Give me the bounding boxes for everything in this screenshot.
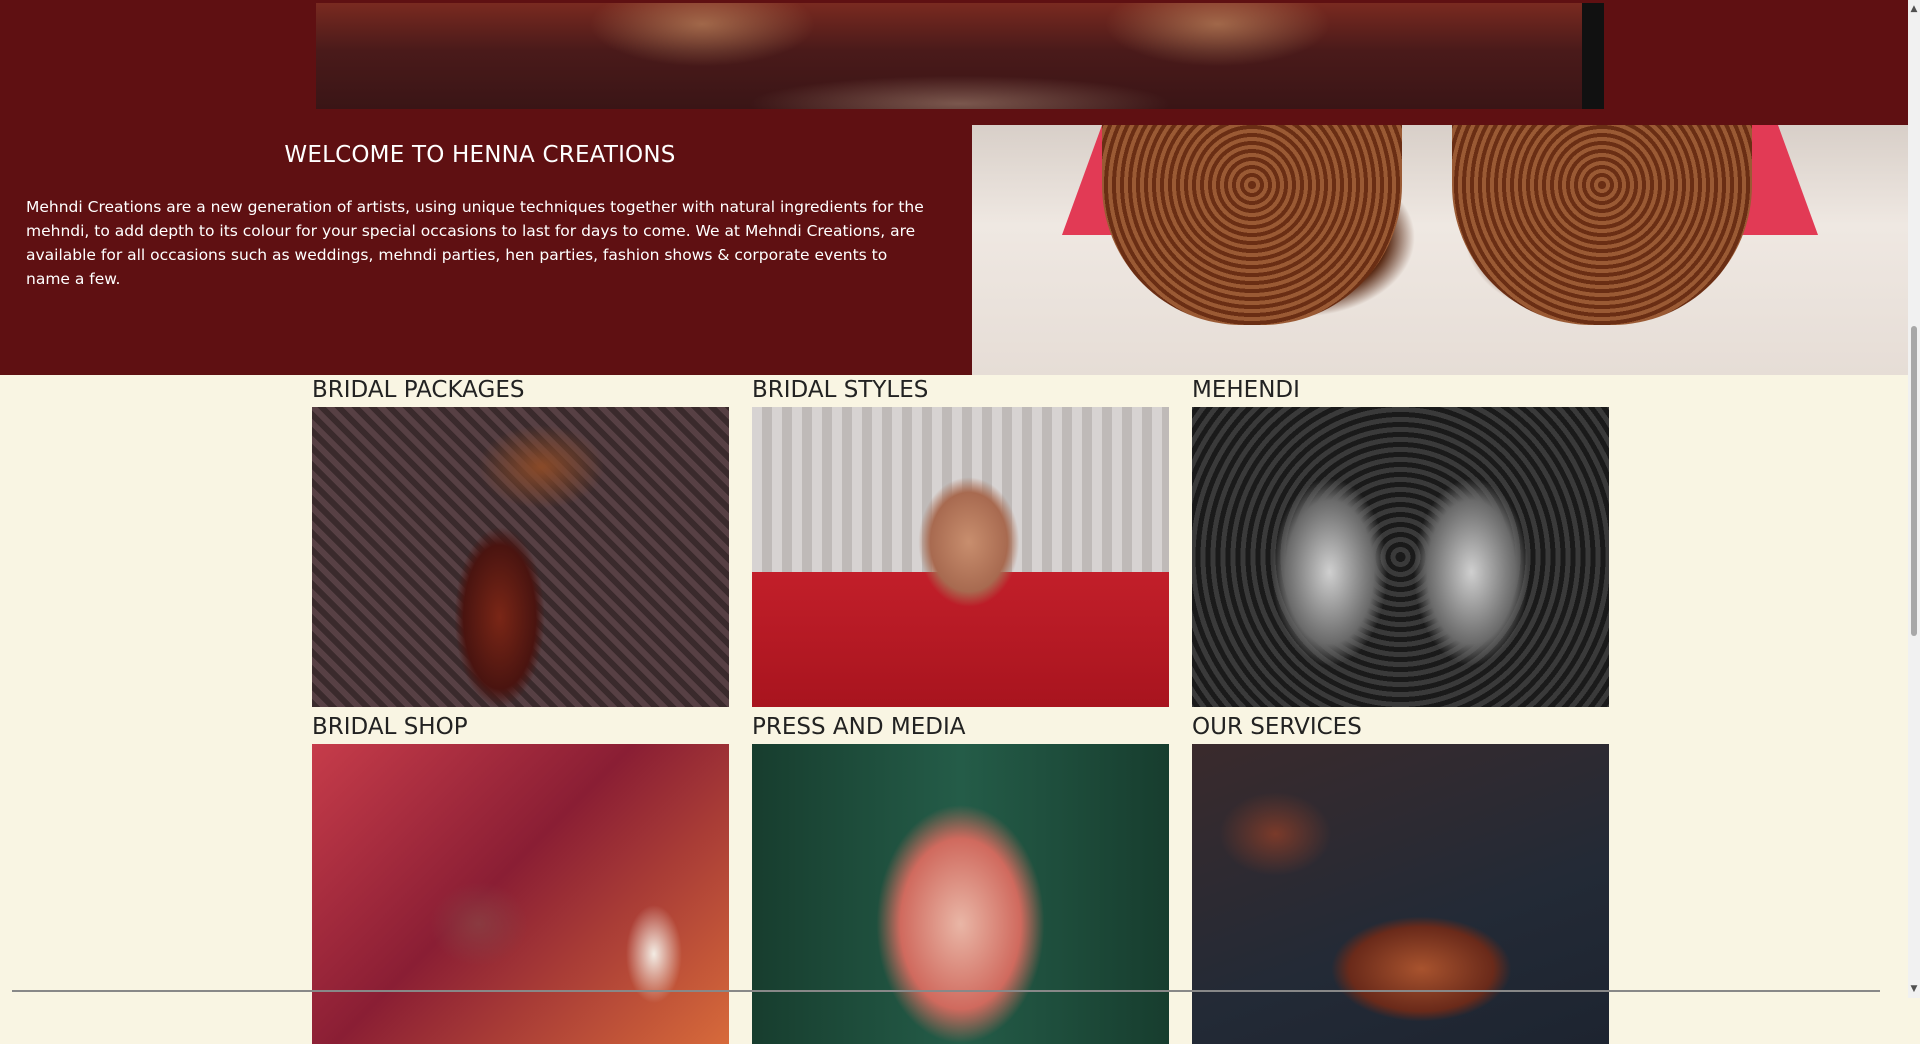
mehendi-photo[interactable] <box>1192 407 1609 707</box>
vertical-scrollbar[interactable]: ▲ ▼ <box>1908 0 1920 998</box>
gallery-item-bridal-packages[interactable]: BRIDAL PACKAGES <box>312 375 729 707</box>
gallery-caption[interactable]: BRIDAL PACKAGES <box>312 375 729 407</box>
press-and-media-photo[interactable] <box>752 744 1169 1044</box>
bridal-styles-photo[interactable] <box>752 407 1169 707</box>
gallery-item-press-and-media[interactable]: PRESS AND MEDIA <box>752 712 1169 1044</box>
henna-hand-right <box>1452 125 1752 325</box>
gallery-caption[interactable]: PRESS AND MEDIA <box>752 712 1169 744</box>
divider <box>12 990 1880 992</box>
scroll-down-icon[interactable]: ▼ <box>1908 982 1920 996</box>
gallery-caption[interactable]: BRIDAL STYLES <box>752 375 1169 407</box>
gallery-item-mehendi[interactable]: MEHENDI <box>1192 375 1609 707</box>
hero-band <box>0 0 1908 125</box>
welcome-text: Mehndi Creations are a new generation of… <box>26 198 924 288</box>
scroll-up-icon[interactable]: ▲ <box>1908 2 1920 16</box>
bridal-shop-photo[interactable] <box>312 744 729 1044</box>
bridal-packages-photo[interactable] <box>312 407 729 707</box>
scrollbar-thumb[interactable] <box>1911 326 1917 636</box>
gallery-caption[interactable]: BRIDAL SHOP <box>312 712 729 744</box>
welcome-title: WELCOME TO HENNA CREATIONS <box>284 142 676 168</box>
gallery-item-our-services[interactable]: OUR SERVICES <box>1192 712 1609 1044</box>
gallery-caption[interactable]: MEHENDI <box>1192 375 1609 407</box>
hero-banner-image <box>316 3 1604 109</box>
gallery-caption[interactable]: OUR SERVICES <box>1192 712 1609 744</box>
henna-hand-left <box>1102 125 1402 325</box>
gallery-item-bridal-shop[interactable]: BRIDAL SHOP <box>312 712 729 1044</box>
gallery-item-bridal-styles[interactable]: BRIDAL STYLES <box>752 375 1169 707</box>
welcome-section: WELCOME TO HENNA CREATIONS Mehndi Creati… <box>0 125 972 375</box>
our-services-photo[interactable] <box>1192 744 1609 1044</box>
henna-hands-image <box>972 125 1908 375</box>
